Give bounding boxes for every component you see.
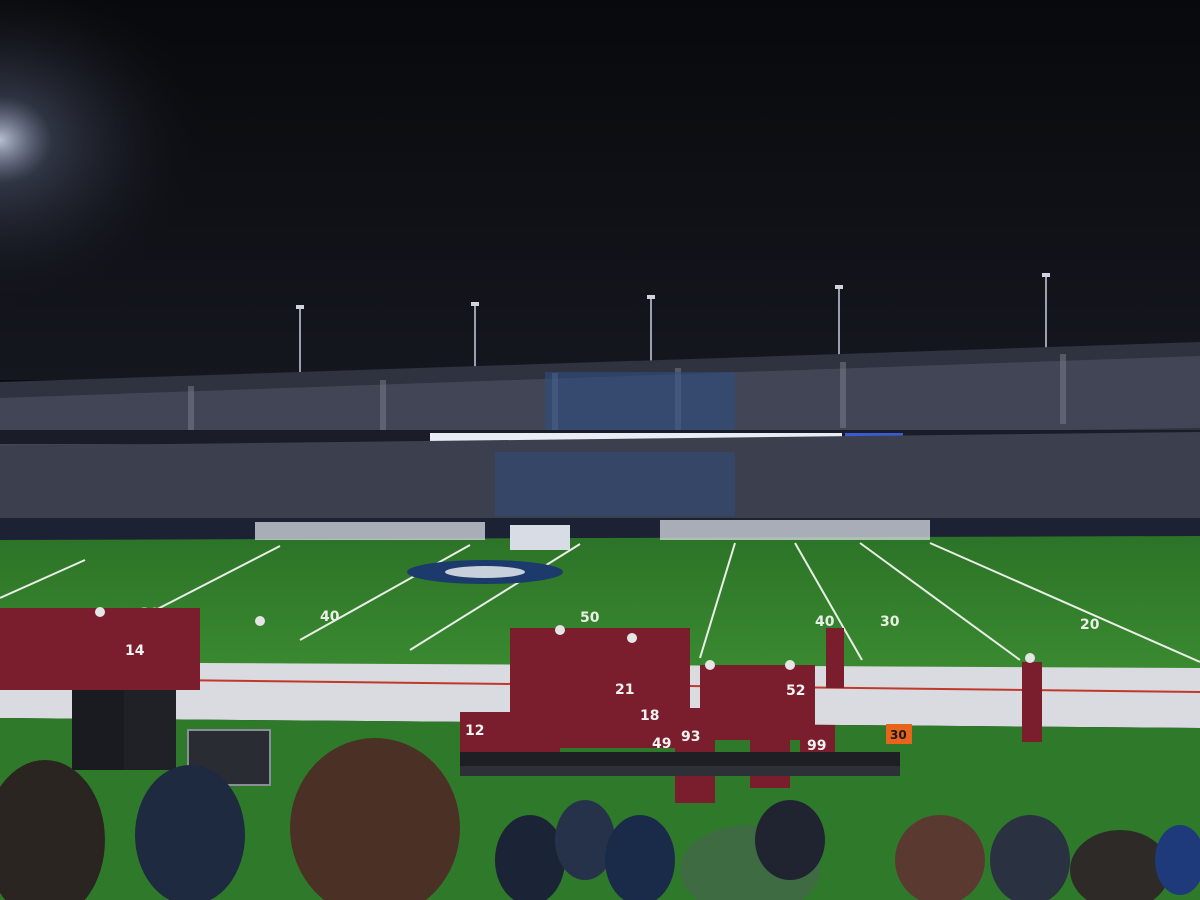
lower-deck-blue-seats [495, 452, 735, 516]
jersey-number: 14 [125, 643, 145, 659]
jersey-number: 99 [807, 738, 826, 754]
stadium-scene: 30 40 50 40 30 20 30 12 93 99 [0, 0, 1200, 900]
yard-number: 40 [815, 614, 835, 630]
sideline-marker-number: 30 [890, 728, 907, 742]
midfield-logo-inner [445, 566, 525, 578]
yard-number: 50 [580, 610, 600, 626]
equipment-case [124, 690, 176, 770]
blue-seat-section [545, 372, 735, 434]
yard-number: 20 [1080, 617, 1100, 633]
equipment-case [72, 690, 124, 770]
bench-legs [460, 766, 900, 776]
jersey-number: 21 [615, 682, 634, 698]
jersey-number: 49 [652, 736, 671, 752]
yard-number: 40 [320, 609, 340, 625]
jersey-number: 52 [786, 683, 805, 699]
jersey-number: 12 [465, 723, 484, 739]
jersey-number: 93 [681, 729, 700, 745]
team-bench [460, 752, 900, 766]
jersey-number: 18 [640, 708, 659, 724]
yard-number: 30 [880, 614, 900, 630]
